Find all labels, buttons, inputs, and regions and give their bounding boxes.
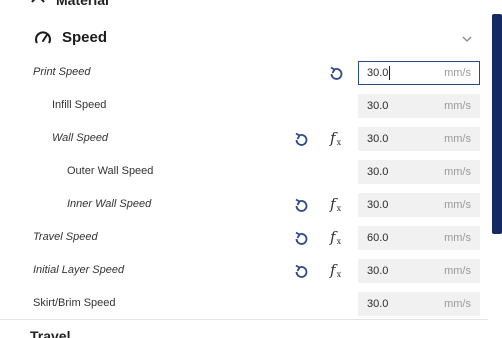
material-icon <box>31 0 45 3</box>
reset-icon[interactable] <box>292 197 310 215</box>
value-input[interactable]: 30.0 mm/s <box>358 292 480 316</box>
value-text: 30.0 <box>367 133 389 145</box>
setting-label: Print Speed <box>33 66 91 78</box>
function-symbol: f <box>330 228 336 246</box>
value-text: 60.0 <box>367 232 389 244</box>
function-sub: x <box>336 270 342 279</box>
unit-label: mm/s <box>444 232 471 244</box>
text-caret <box>389 66 390 80</box>
setting-label: Skirt/Brim Speed <box>33 297 116 309</box>
function-symbol: f <box>330 261 336 279</box>
value-text: 30.0 <box>367 265 389 277</box>
unit-label: mm/s <box>444 67 471 79</box>
setting-row: Travel Speed fx 60.0 mm/s <box>0 222 488 255</box>
unit-label: mm/s <box>444 199 471 211</box>
speed-section-title: Speed <box>62 29 108 46</box>
setting-label: Initial Layer Speed <box>33 264 125 276</box>
scrollbar-thumb[interactable] <box>492 14 502 234</box>
settings-panel: Material Speed Print Speed 30.0 mm/s Infill… <box>0 0 488 338</box>
section-divider <box>0 319 488 320</box>
value-text: 30.0 <box>367 100 389 112</box>
value-text: 30.0 <box>367 199 389 211</box>
unit-label: mm/s <box>444 100 471 112</box>
value-input[interactable]: 60.0 mm/s <box>358 226 480 250</box>
function-symbol: f <box>330 129 336 147</box>
setting-row: Wall Speed fx 30.0 mm/s <box>0 123 488 156</box>
setting-row: Initial Layer Speed fx 30.0 mm/s <box>0 255 488 288</box>
speed-section-header[interactable]: Speed <box>0 23 488 55</box>
setting-row: Inner Wall Speed fx 30.0 mm/s <box>0 189 488 222</box>
function-symbol: f <box>330 195 336 213</box>
value-input[interactable]: 30.0 mm/s <box>358 94 480 118</box>
reset-icon[interactable] <box>292 230 310 248</box>
function-sub: x <box>336 138 342 147</box>
value-input[interactable]: 30.0 mm/s <box>358 160 480 184</box>
value-input[interactable]: 30.0 mm/s <box>358 127 480 151</box>
setting-row: Outer Wall Speed 30.0 mm/s <box>0 156 488 189</box>
unit-label: mm/s <box>444 298 471 310</box>
chevron-down-icon[interactable] <box>461 34 473 44</box>
reset-icon[interactable] <box>292 131 310 149</box>
value-text: 30.0 <box>367 298 389 310</box>
setting-label: Infill Speed <box>52 99 107 111</box>
function-sub: x <box>336 204 342 213</box>
value-text: 30.0 <box>367 166 389 178</box>
value-text: 30.0 <box>367 67 389 79</box>
setting-label: Travel Speed <box>33 231 98 243</box>
setting-label: Wall Speed <box>52 132 109 144</box>
material-section-title: Material <box>56 0 109 8</box>
value-input[interactable]: 30.0 mm/s <box>358 61 480 85</box>
value-input[interactable]: 30.0 mm/s <box>358 259 480 283</box>
unit-label: mm/s <box>444 133 471 145</box>
material-section-header[interactable]: Material <box>30 0 109 8</box>
travel-section-header[interactable]: Travel <box>30 328 70 338</box>
function-icon[interactable]: fx <box>330 195 341 213</box>
function-icon[interactable]: fx <box>330 261 341 279</box>
unit-label: mm/s <box>444 265 471 277</box>
speedometer-icon <box>35 31 51 44</box>
unit-label: mm/s <box>444 166 471 178</box>
reset-icon[interactable] <box>327 65 345 83</box>
value-input[interactable]: 30.0 mm/s <box>358 193 480 217</box>
setting-row: Infill Speed 30.0 mm/s <box>0 90 488 123</box>
setting-label: Inner Wall Speed <box>67 198 152 210</box>
reset-icon[interactable] <box>292 263 310 281</box>
setting-row: Skirt/Brim Speed 30.0 mm/s <box>0 288 488 321</box>
setting-label: Outer Wall Speed <box>67 165 154 177</box>
function-icon[interactable]: fx <box>330 129 341 147</box>
function-icon[interactable]: fx <box>330 228 341 246</box>
setting-row: Print Speed 30.0 mm/s <box>0 57 488 90</box>
function-sub: x <box>336 237 342 246</box>
travel-section-title: Travel <box>30 328 71 338</box>
